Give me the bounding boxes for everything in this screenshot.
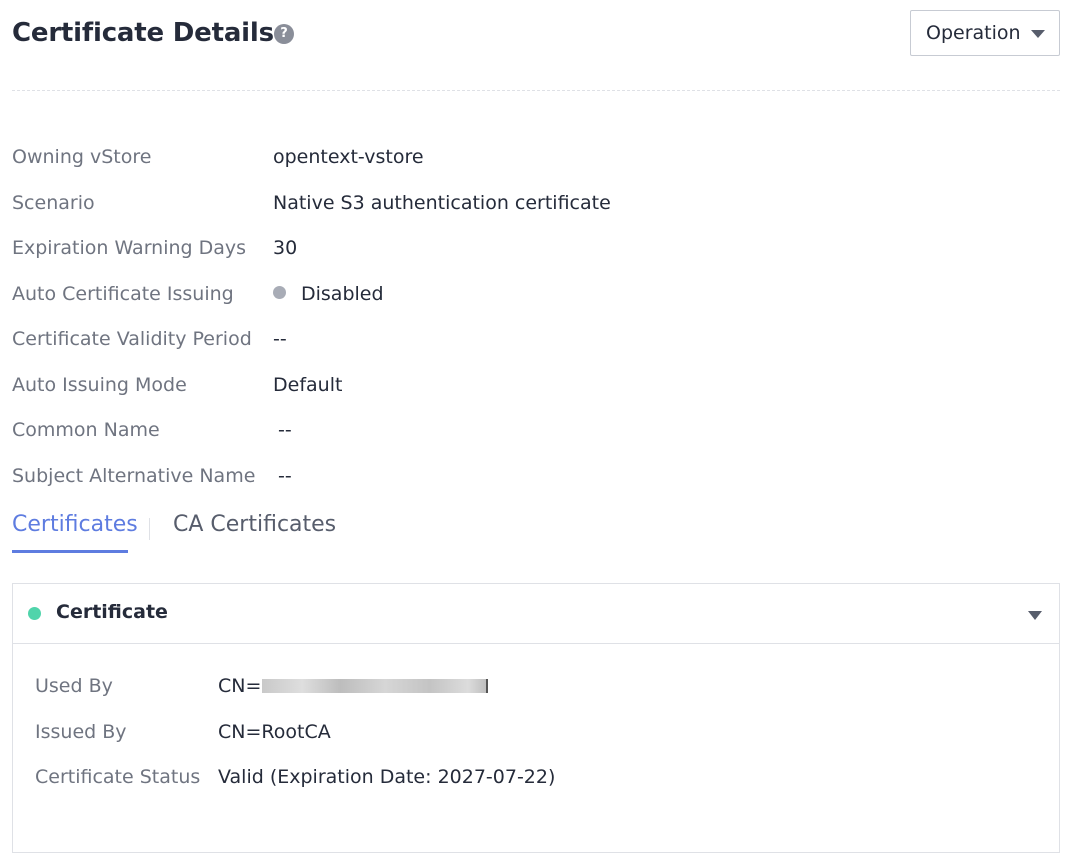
cert-row-certificate-status: Certificate Status Valid (Expiration Dat…: [35, 763, 1035, 809]
cert-value: CN=: [218, 675, 489, 697]
property-label: Auto Issuing Mode: [12, 373, 187, 396]
property-label: Subject Alternative Name: [12, 464, 256, 487]
property-value: --: [273, 328, 287, 350]
property-row-subject-alternative-name: Subject Alternative Name --: [12, 462, 1052, 508]
property-label: Expiration Warning Days: [12, 237, 247, 259]
header-divider: [12, 90, 1060, 91]
status-dot-icon: [273, 285, 286, 299]
cert-row-issued-by: Issued By CN=RootCA: [35, 718, 1035, 764]
property-row-certificate-validity-period: Certificate Validity Period --: [12, 325, 1052, 371]
operation-dropdown-button[interactable]: Operation: [910, 10, 1060, 56]
tab-separator: [149, 518, 150, 540]
tab-ca-certificates[interactable]: CA Certificates: [173, 512, 336, 537]
certificate-panel-title: Certificate: [56, 601, 168, 623]
property-value: --: [278, 419, 292, 441]
cert-label: Issued By: [35, 720, 127, 743]
certificate-details: Used By CN= Issued By CN=RootCA Certific…: [35, 672, 1035, 809]
property-row-auto-certificate-issuing: Auto Certificate Issuing Disabled: [12, 280, 1052, 326]
redacted-text: [262, 678, 489, 693]
property-value: Native S3 authentication certificate: [273, 191, 611, 214]
help-icon[interactable]: ?: [274, 24, 294, 44]
property-label: Owning vStore: [12, 146, 152, 168]
active-tab-indicator: [12, 550, 128, 553]
page-title: Certificate Details: [12, 18, 274, 48]
used-by-prefix: CN=: [218, 675, 262, 697]
property-label: Scenario: [12, 191, 95, 214]
property-row-expiration-warning-days: Expiration Warning Days 30: [12, 234, 1052, 280]
property-value: opentext-vstore: [273, 146, 424, 168]
tab-certificates[interactable]: Certificates: [12, 512, 138, 537]
certificate-tabs: Certificates CA Certificates: [12, 512, 412, 556]
operation-label: Operation: [926, 22, 1021, 44]
property-value-status: Disabled: [273, 283, 384, 305]
properties-list: Owning vStore opentext-vstore Scenario N…: [12, 143, 1052, 507]
property-row-scenario: Scenario Native S3 authentication certif…: [12, 189, 1052, 235]
property-row-owning-vstore: Owning vStore opentext-vstore: [12, 143, 1052, 189]
cert-label: Certificate Status: [35, 766, 201, 788]
page-header: Certificate Details ? Operation: [12, 10, 1060, 58]
cert-row-used-by: Used By CN=: [35, 672, 1035, 718]
property-value: --: [278, 464, 292, 487]
status-dot-icon: [28, 607, 41, 620]
property-label: Common Name: [12, 419, 160, 441]
cert-value: CN=RootCA: [218, 720, 331, 743]
cert-label: Used By: [35, 675, 113, 697]
chevron-down-icon: [1031, 30, 1045, 38]
property-row-auto-issuing-mode: Auto Issuing Mode Default: [12, 371, 1052, 417]
property-row-common-name: Common Name --: [12, 416, 1052, 462]
property-value: 30: [273, 237, 298, 259]
certificate-panel-header[interactable]: Certificate: [13, 584, 1059, 644]
property-label: Auto Certificate Issuing: [12, 282, 234, 305]
cert-value: Valid (Expiration Date: 2027-07-22): [218, 766, 556, 788]
property-label: Certificate Validity Period: [12, 328, 252, 350]
status-text: Disabled: [301, 282, 384, 305]
collapse-icon[interactable]: [1028, 611, 1042, 620]
property-value: Default: [273, 373, 343, 396]
certificate-panel: Certificate Used By CN= Issued By CN=Roo…: [12, 583, 1060, 853]
